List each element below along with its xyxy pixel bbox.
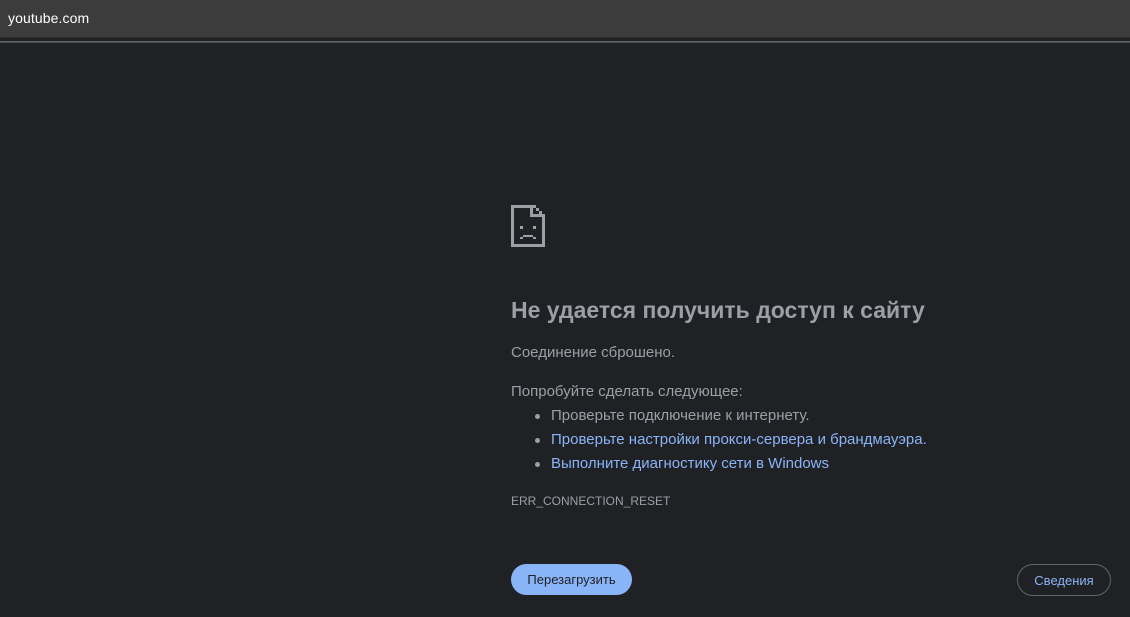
suggestion-text: Проверьте подключение к интернету. [551, 407, 810, 424]
suggestions-label: Попробуйте сделать следующее: [511, 383, 743, 400]
suggestion-check-proxy-firewall[interactable]: Проверьте настройки прокси-сервера и бра… [511, 428, 927, 452]
details-button[interactable]: Сведения [1017, 564, 1111, 596]
sad-page-icon [511, 205, 545, 247]
bullet [535, 438, 540, 443]
bullet [535, 414, 540, 419]
address-bar[interactable]: youtube.com [0, 0, 1130, 43]
error-reason: Соединение сброшено. [511, 344, 676, 361]
suggestions-list: Проверьте подключение к интернету. Прове… [511, 404, 927, 476]
suggestion-check-connection: Проверьте подключение к интернету. [511, 404, 927, 428]
error-title: Не удается получить доступ к сайту [511, 297, 925, 323]
proxy-firewall-link[interactable]: Проверьте настройки прокси-сервера и бра… [551, 431, 927, 448]
error-code: ERR_CONNECTION_RESET [511, 494, 671, 508]
network-diagnostics-link[interactable]: Выполните диагностику сети в Windows [551, 455, 829, 472]
suggestion-network-diagnostics[interactable]: Выполните диагностику сети в Windows [511, 452, 927, 476]
toolbar-divider [0, 41, 1130, 42]
bullet [535, 462, 540, 467]
address-bar-url[interactable]: youtube.com [8, 10, 89, 26]
reload-button[interactable]: Перезагрузить [511, 564, 632, 595]
